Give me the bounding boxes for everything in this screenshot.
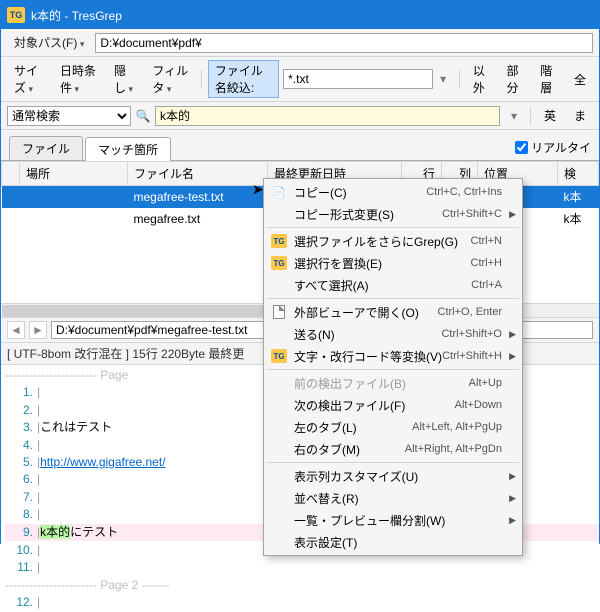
eng-button[interactable]: 英: [537, 105, 563, 126]
cell-det: k本: [558, 186, 599, 208]
search-icon: 🔍: [135, 108, 151, 124]
cursor-icon: ➤: [252, 181, 264, 198]
menu-sort[interactable]: 並べ替え(R)▶: [266, 487, 520, 509]
menu-open-external[interactable]: 外部ビューアで開く(O)Ctrl+O, Enter: [266, 301, 520, 323]
more-button[interactable]: ま: [567, 105, 593, 126]
partial-button[interactable]: 部分: [500, 60, 530, 98]
all-button[interactable]: 全: [567, 69, 593, 90]
filter-filter[interactable]: フィルタ: [145, 60, 195, 98]
prev-file-button[interactable]: ◄: [7, 321, 25, 339]
menu-prev-file: 前の検出ファイル(B)Alt+Up: [266, 372, 520, 394]
app-icon: TG: [270, 255, 288, 271]
path-input[interactable]: [95, 33, 593, 53]
app-icon: TG: [270, 348, 288, 364]
cell-det: k本: [558, 208, 599, 230]
col-icon[interactable]: [2, 162, 20, 186]
path-label[interactable]: 対象パス(F): [7, 32, 91, 53]
menu-grep-again[interactable]: TG 選択ファイルをさらにGrep(G)Ctrl+N: [266, 230, 520, 252]
realtime-label: リアルタイ: [531, 139, 591, 156]
match-highlight: k本的: [40, 525, 70, 539]
menu-copy[interactable]: 📄 コピー(C)Ctrl+C, Ctrl+Ins: [266, 181, 520, 203]
filename-narrow-button[interactable]: ファイル名絞込:: [208, 60, 279, 98]
window-title: k本的 - TresGrep: [31, 7, 122, 24]
search-term-input[interactable]: [155, 106, 500, 126]
menu-replace[interactable]: TG 選択行を置換(E)Ctrl+H: [266, 252, 520, 274]
search-term-dropdown[interactable]: ▾: [504, 107, 524, 125]
menu-split-view[interactable]: 一覧・プレビュー欄分割(W)▶: [266, 509, 520, 531]
document-icon: [270, 304, 288, 320]
menu-right-tab[interactable]: 右のタブ(M)Alt+Right, Alt+PgDn: [266, 438, 520, 460]
toolbar-filters: サイズ 日時条件 隠し フィルタ ファイル名絞込: ▾ 以外 部分 階層 全: [1, 57, 599, 102]
layer-button[interactable]: 階層: [533, 60, 563, 98]
pattern-dropdown[interactable]: ▾: [433, 70, 453, 88]
menu-display-settings[interactable]: 表示設定(T): [266, 531, 520, 553]
separator: [459, 70, 460, 88]
menu-copy-format[interactable]: コピー形式変更(S)Ctrl+Shift+C▶: [266, 203, 520, 225]
tab-file[interactable]: ファイル: [9, 136, 83, 160]
separator: [201, 70, 202, 88]
menu-column-customize[interactable]: 表示列カスタマイズ(U)▶: [266, 465, 520, 487]
menu-left-tab[interactable]: 左のタブ(L)Alt+Left, Alt+PgUp: [266, 416, 520, 438]
separator: [530, 107, 531, 125]
next-file-button[interactable]: ►: [29, 321, 47, 339]
tab-match[interactable]: マッチ箇所: [85, 137, 171, 161]
url-link[interactable]: http://www.gigafree.net/: [40, 455, 165, 469]
cell-fname: megafree-test.txt: [128, 186, 268, 208]
menu-next-file[interactable]: 次の検出ファイル(F)Alt+Down: [266, 394, 520, 416]
realtime-check-input[interactable]: [515, 141, 528, 154]
hidden-filter[interactable]: 隠し: [107, 60, 141, 98]
col-place[interactable]: 場所: [20, 162, 128, 186]
date-filter[interactable]: 日時条件: [53, 60, 103, 98]
search-mode-select[interactable]: 通常検索: [7, 106, 131, 126]
pattern-input[interactable]: [283, 69, 433, 89]
titlebar: TG k本的 - TresGrep: [1, 1, 599, 29]
result-tabstrip: ファイル マッチ箇所 リアルタイ: [1, 130, 599, 161]
context-menu: ➤ 📄 コピー(C)Ctrl+C, Ctrl+Ins コピー形式変更(S)Ctr…: [263, 178, 523, 556]
col-fname[interactable]: ファイル名: [128, 162, 268, 186]
col-det[interactable]: 検: [558, 162, 599, 186]
menu-char-convert[interactable]: TG 文字・改行コード等変換(V)Ctrl+Shift+H▶: [266, 345, 520, 367]
app-icon: TG: [7, 7, 25, 23]
cell-fname: megafree.txt: [128, 208, 268, 230]
toolbar-path: 対象パス(F): [1, 29, 599, 57]
menu-send-to[interactable]: 送る(N)Ctrl+Shift+O▶: [266, 323, 520, 345]
menu-select-all[interactable]: すべて選択(A)Ctrl+A: [266, 274, 520, 296]
app-icon: TG: [270, 233, 288, 249]
copy-icon: 📄: [270, 184, 288, 200]
toolbar-search: 通常検索 🔍 ▾ 英 ま: [1, 102, 599, 130]
size-filter[interactable]: サイズ: [7, 60, 49, 98]
realtime-checkbox[interactable]: リアルタイ: [515, 139, 591, 160]
except-button[interactable]: 以外: [466, 60, 496, 98]
